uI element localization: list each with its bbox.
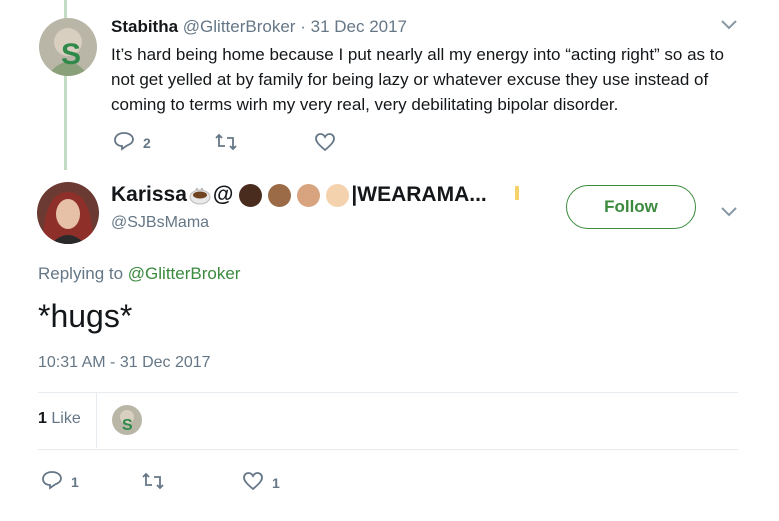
likes-vertical-divider	[96, 393, 97, 448]
replying-to-line: Replying to @GlitterBroker	[38, 264, 240, 284]
replying-to-handle-link[interactable]: @GlitterBroker	[128, 264, 241, 283]
parent-author-handle[interactable]: @GlitterBroker	[183, 17, 296, 36]
parent-author-name[interactable]: Stabitha	[111, 17, 178, 36]
parent-retweet-action[interactable]	[214, 133, 238, 154]
like-icon	[242, 471, 264, 494]
like-count-number: 1	[38, 410, 47, 427]
main-like-action[interactable]: 1	[242, 471, 280, 494]
parent-chevron-down-icon[interactable]	[720, 18, 738, 36]
raised-fist-icon	[297, 183, 321, 207]
main-tweet-text: *hugs*	[38, 298, 133, 334]
name-overflow-emoji-fragment	[515, 186, 519, 200]
main-tweet-avatar[interactable]	[37, 182, 99, 244]
divider-bottom	[38, 449, 738, 450]
parent-like-action[interactable]	[314, 132, 336, 155]
raised-fist-icon	[239, 183, 263, 207]
likes-summary[interactable]: 1 Like	[38, 410, 81, 428]
parent-reply-action[interactable]: 2	[113, 131, 151, 154]
main-retweet-action[interactable]	[141, 472, 165, 493]
parent-date-separator: ·	[300, 17, 306, 36]
liker-avatar[interactable]: S	[112, 405, 142, 435]
raised-fist-icon	[268, 183, 292, 207]
parent-tweet-header: Stabitha @GlitterBroker · 31 Dec 2017	[111, 17, 407, 37]
main-reply-action[interactable]: 1	[41, 470, 79, 493]
like-icon	[314, 132, 336, 155]
main-author-name-prefix: Karissa	[111, 183, 187, 206]
svg-text:S: S	[122, 417, 133, 434]
main-author-name-suffix: |WEARAMA...	[351, 183, 487, 206]
main-author-handle[interactable]: @SJBsMama	[111, 214, 209, 232]
main-author-name[interactable]: Karissa @ |WEARAMA...	[111, 183, 487, 207]
follow-button[interactable]: Follow	[566, 185, 696, 229]
like-count-label: Like	[51, 410, 81, 427]
retweet-icon	[141, 472, 165, 493]
parent-reply-count: 2	[143, 134, 151, 151]
reply-icon	[41, 470, 63, 493]
raised-fist-icon	[326, 183, 350, 207]
parent-tweet-text: It’s hard being home because I put nearl…	[111, 45, 724, 114]
svg-text:S: S	[61, 38, 81, 71]
main-chevron-down-icon[interactable]	[720, 205, 738, 223]
replying-to-prefix: Replying to	[38, 264, 124, 283]
divider-top	[38, 392, 738, 393]
main-reply-count: 1	[71, 473, 79, 490]
main-tweet-timestamp[interactable]: 10:31 AM - 31 Dec 2017	[38, 354, 211, 372]
parent-tweet-date[interactable]: 31 Dec 2017	[311, 17, 407, 36]
coffee-icon	[189, 184, 211, 206]
parent-tweet-avatar[interactable]: S	[39, 18, 97, 76]
reply-icon	[113, 131, 135, 154]
main-author-name-at: @	[212, 183, 234, 206]
main-like-count: 1	[272, 474, 280, 491]
retweet-icon	[214, 133, 238, 154]
